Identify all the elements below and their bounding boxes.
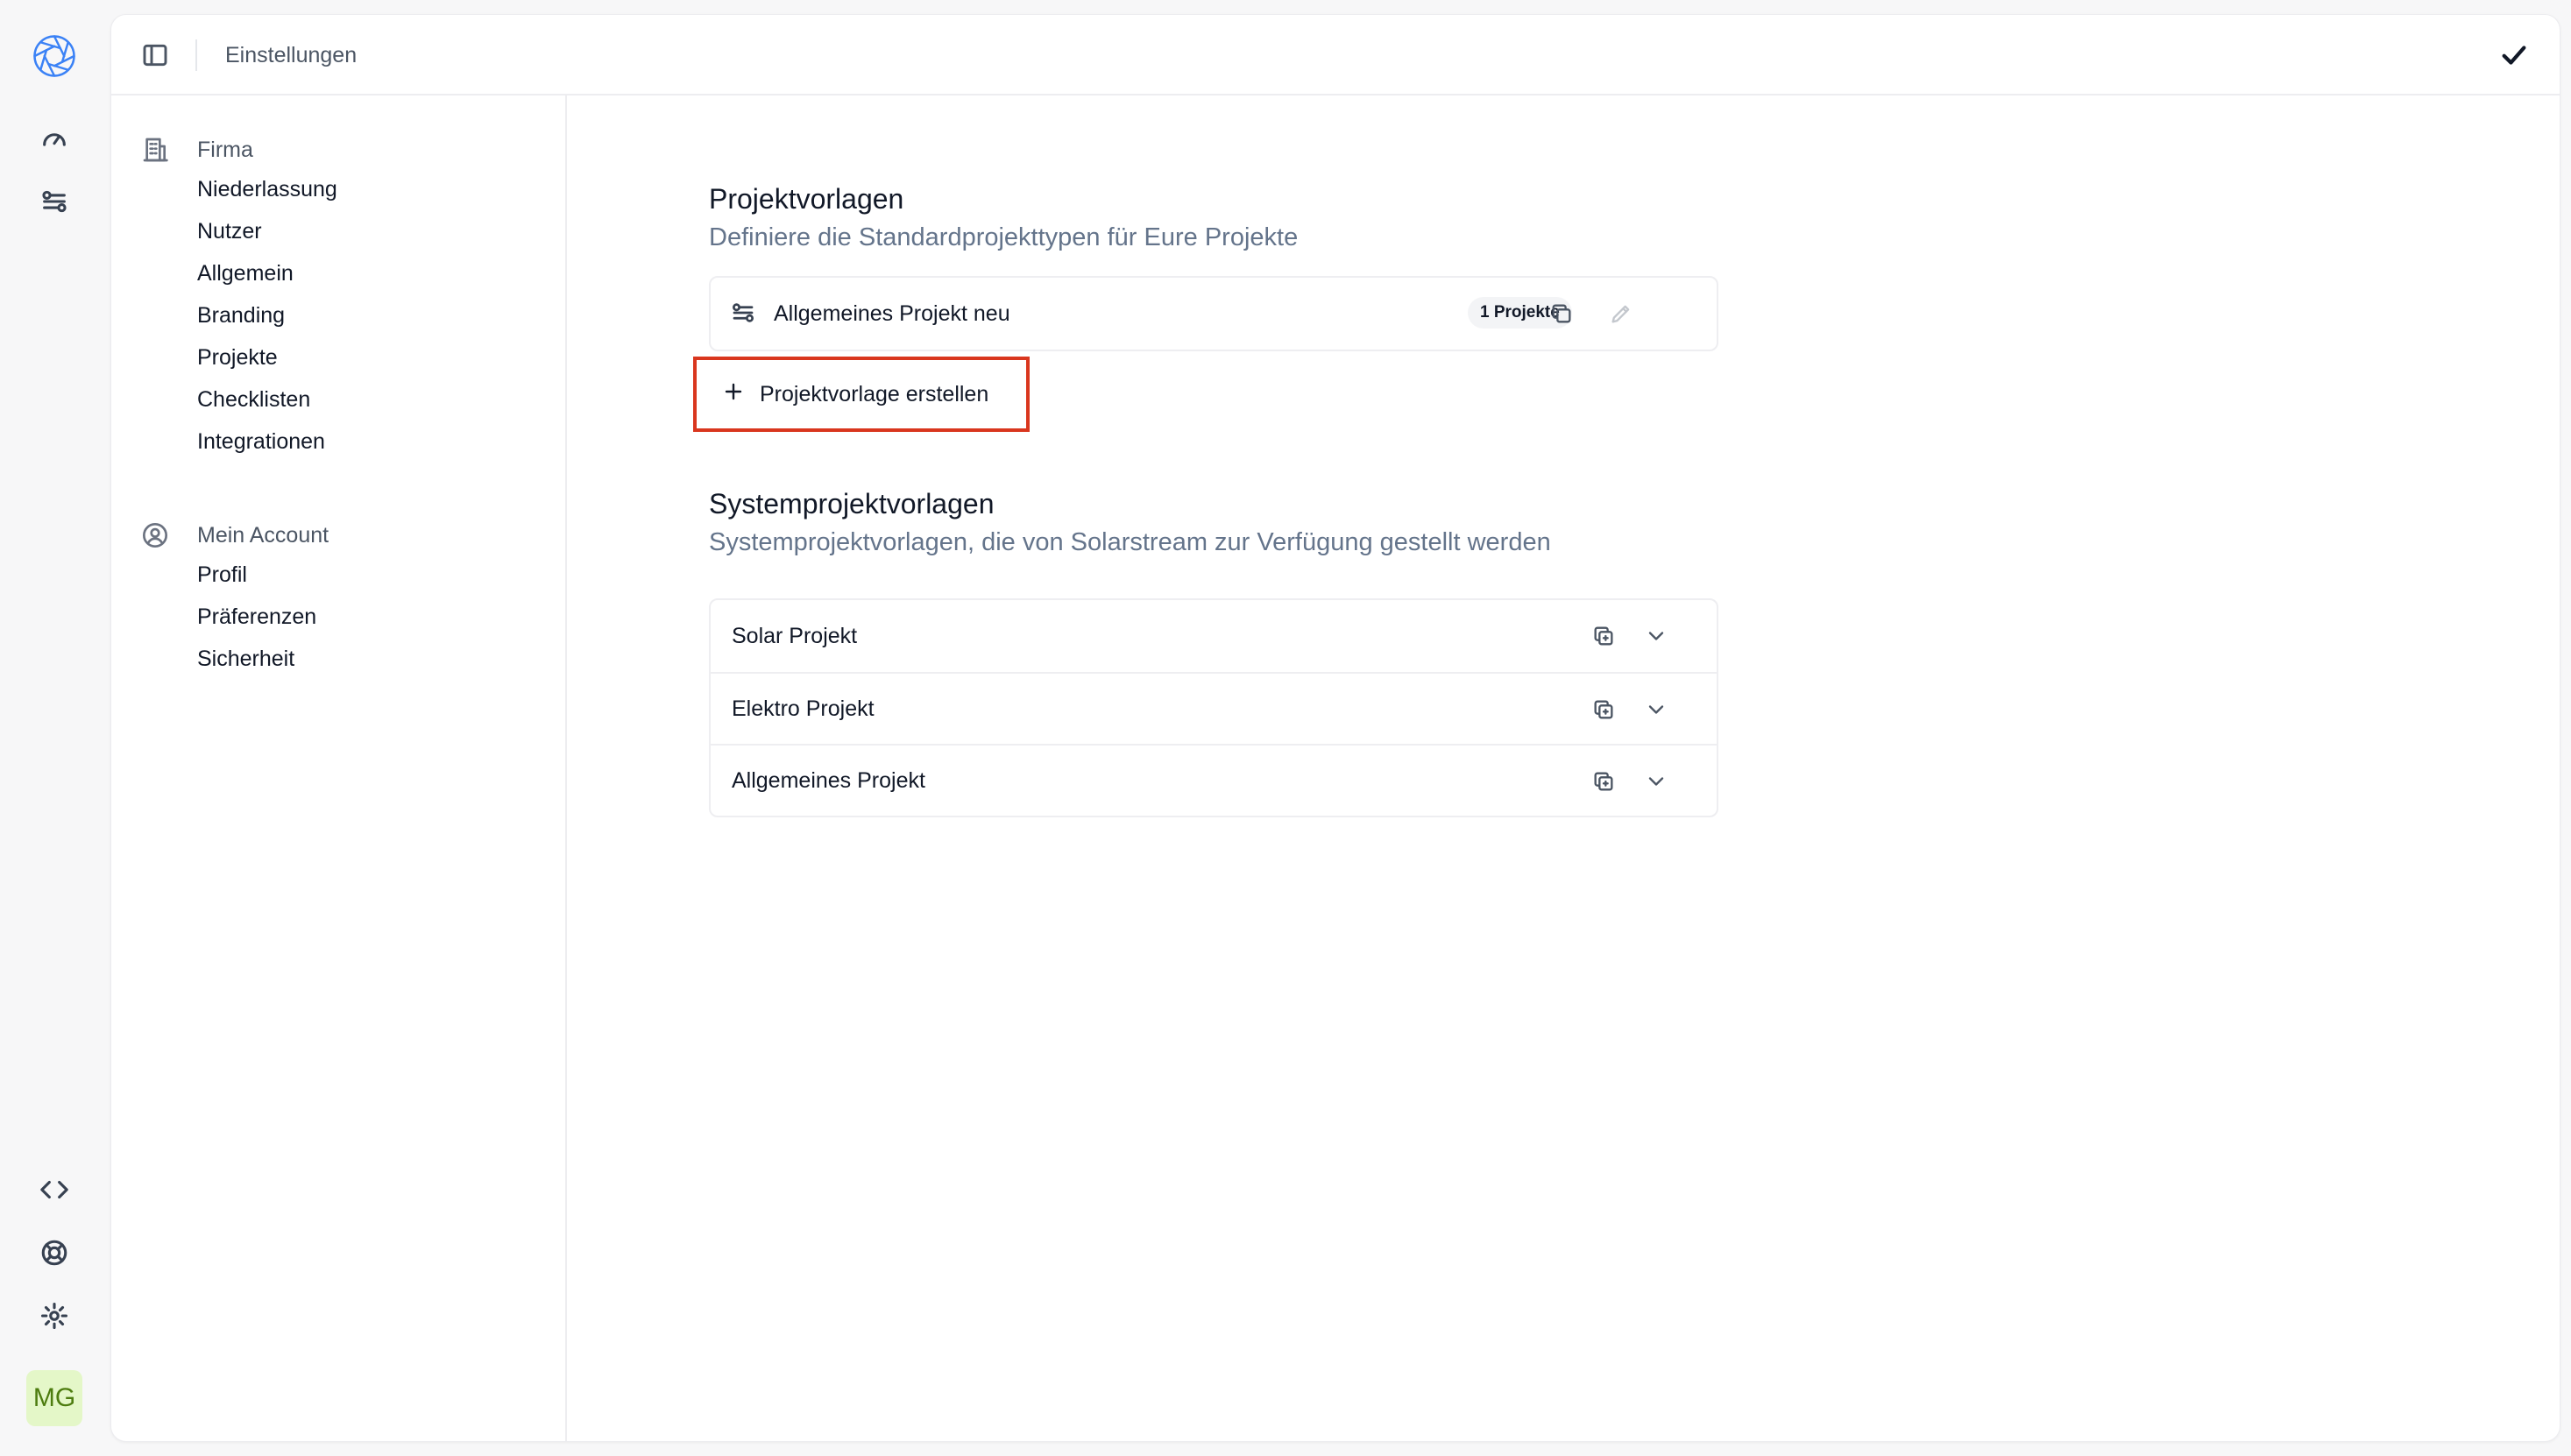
main-card: Einstellungen Firma Niederlassung Nutzer… [110, 14, 2560, 1442]
nav-item-checklisten[interactable]: Checklisten [197, 385, 310, 414]
nav-item-sicherheit[interactable]: Sicherheit [197, 644, 294, 674]
template-row[interactable]: Allgemeines Projekt neu 1 Projekte [711, 278, 1717, 350]
duplicate-icon[interactable] [1589, 767, 1618, 796]
building-icon [143, 138, 168, 162]
breadcrumb: Einstellungen [225, 43, 358, 67]
settings-icon[interactable] [33, 1295, 75, 1337]
chevron-down-icon[interactable] [1641, 767, 1671, 796]
system-template-name: Allgemeines Projekt [732, 767, 925, 793]
nav-group-header-firma: Firma [141, 132, 253, 167]
nav-item-allgemein[interactable]: Allgemein [197, 258, 294, 288]
create-template-button[interactable]: Projektvorlage erstellen [693, 357, 1030, 432]
sidebar-toggle-icon[interactable] [138, 38, 173, 73]
icon-rail: MG [0, 0, 110, 1456]
system-templates-title: Systemprojektvorlagen [709, 488, 995, 519]
duplicate-icon[interactable] [1589, 695, 1618, 724]
chevron-down-icon[interactable] [1641, 621, 1671, 651]
templates-icon [730, 300, 756, 326]
code-icon[interactable] [33, 1169, 75, 1211]
nav-item-projekte[interactable]: Projekte [197, 343, 278, 372]
nav-item-integrationen[interactable]: Integrationen [197, 427, 325, 456]
chevron-down-icon[interactable] [1641, 695, 1671, 724]
system-template-name: Solar Projekt [732, 623, 858, 648]
system-template-name: Elektro Projekt [732, 696, 875, 721]
nav-item-branding[interactable]: Branding [197, 300, 285, 330]
avatar[interactable]: MG [26, 1370, 82, 1426]
duplicate-icon[interactable] [1589, 621, 1618, 651]
nav-item-niederlassung[interactable]: Niederlassung [197, 174, 337, 204]
dashboard-icon[interactable] [33, 117, 75, 159]
system-template-row[interactable]: Allgemeines Projekt [711, 744, 1717, 816]
copy-icon[interactable] [1547, 299, 1576, 329]
templates-title: Projektvorlagen [709, 183, 904, 215]
nav-group-header-account: Mein Account [141, 518, 329, 553]
nav-item-praeferenzen[interactable]: Präferenzen [197, 602, 316, 632]
templates-icon[interactable] [33, 180, 75, 223]
help-icon[interactable] [33, 1232, 75, 1274]
breadcrumb-divider [195, 39, 197, 71]
top-bar: Einstellungen [111, 15, 2560, 95]
solarstream-logo-icon[interactable] [30, 32, 79, 81]
nav-item-nutzer[interactable]: Nutzer [197, 216, 262, 246]
create-template-label: Projektvorlage erstellen [760, 381, 989, 406]
check-icon[interactable] [2495, 36, 2533, 74]
plus-icon [723, 381, 744, 407]
edit-icon[interactable] [1606, 299, 1636, 329]
templates-list: Allgemeines Projekt neu 1 Projekte [709, 276, 1718, 351]
settings-sidebar: Firma Niederlassung Nutzer Allgemein Bra… [111, 95, 567, 1441]
templates-description: Definiere die Standardprojekttypen für E… [709, 223, 1299, 251]
nav-group-label: Mein Account [197, 522, 329, 548]
system-templates-description: Systemprojektvorlagen, die von Solarstre… [709, 528, 1551, 556]
system-template-row[interactable]: Elektro Projekt [711, 672, 1717, 744]
system-templates-list: Solar Projekt Elektro Projekt Allgemeine [709, 598, 1718, 817]
template-name: Allgemeines Projekt neu [774, 300, 1010, 326]
nav-item-profil[interactable]: Profil [197, 560, 247, 590]
system-template-row[interactable]: Solar Projekt [711, 600, 1717, 672]
user-circle-icon [143, 523, 167, 548]
nav-group-label: Firma [197, 137, 253, 162]
